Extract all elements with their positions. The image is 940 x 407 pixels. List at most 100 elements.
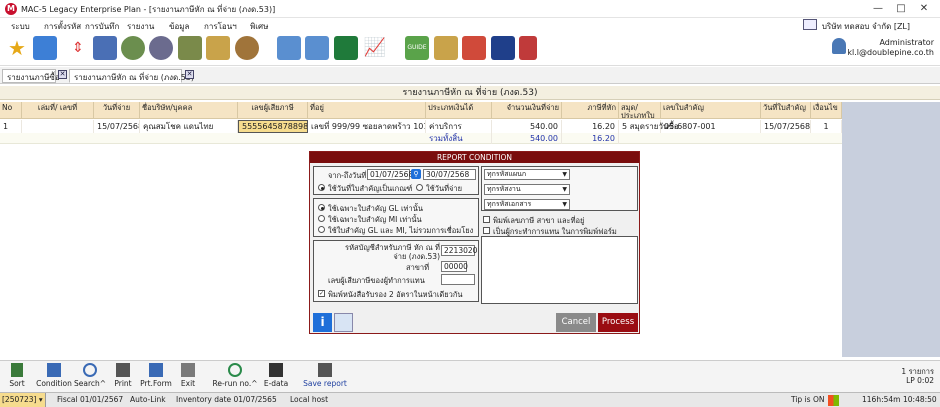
process-button[interactable]: Process — [598, 313, 638, 332]
column-header[interactable]: วันที่จ่าย — [94, 102, 140, 119]
language-flag-icon[interactable] — [491, 36, 515, 60]
cell-tax-id[interactable]: 5555645878898 — [238, 120, 308, 133]
host-name: Local host — [290, 395, 329, 404]
favorite-star-icon[interactable]: ★ — [5, 36, 29, 60]
search-button[interactable]: Search^ — [74, 363, 106, 388]
print-tax-address-checkbox[interactable] — [483, 216, 490, 223]
tab-withholding-tax[interactable]: รายงานภาษีหัก ณ ที่จ่าย (ภงด.53) — [69, 69, 194, 83]
cell-address: เลขที่ 999/99 ซอยลาดพร้าว 101 — [308, 120, 426, 133]
chart-icon[interactable]: 📈 — [363, 36, 387, 60]
print-cert-checkbox[interactable]: ✓ — [318, 290, 325, 297]
sort-arrows-icon[interactable]: ⇕ — [70, 36, 86, 60]
money-bag-icon[interactable] — [235, 36, 259, 60]
chevron-down-icon: ▼ — [562, 171, 567, 178]
add-customer-icon[interactable] — [121, 36, 145, 60]
excel-icon[interactable] — [334, 36, 358, 60]
info-button[interactable]: i — [313, 313, 332, 332]
agent-form-checkbox[interactable] — [483, 227, 490, 234]
radio-gl-only[interactable] — [318, 204, 325, 211]
exit-button[interactable]: Exit — [176, 363, 200, 388]
condition-button[interactable]: Condition — [36, 363, 72, 388]
status-code[interactable]: [250723] ▾ — [0, 393, 46, 407]
save-report-button[interactable]: Save report — [302, 363, 348, 388]
user-email: kl.l@doublepine.co.th — [847, 48, 934, 57]
title-bar: M MAC-5 Legacy Enterprise Plan - [รายงาน… — [0, 0, 940, 18]
menu-item-entry[interactable]: การบันทึก — [85, 20, 119, 33]
exit-door-icon[interactable] — [519, 36, 537, 60]
guide-icon[interactable]: GUIDE — [405, 36, 429, 60]
radio-pay-date-label: ใช้วันที่จ่าย — [426, 184, 463, 193]
table-total-row: รวมทั้งสิ้น 540.00 16.20 — [0, 133, 842, 144]
menu-item-report[interactable]: รายงาน — [127, 20, 154, 33]
bottom-toolbar: Sort Condition Search^ Print Prt.Form Ex… — [0, 360, 940, 392]
report-title: รายงานภาษีหัก ณ ที่จ่าย (ภงด.53) — [0, 86, 940, 100]
edit-document-icon[interactable] — [305, 36, 329, 60]
menu-item-transfer[interactable]: การโอนฯ — [204, 20, 237, 33]
cell-income-type: ค่าบริการ — [426, 120, 492, 133]
app-logo-icon: M — [5, 3, 17, 15]
department-select[interactable]: ทุกรหัสแผนก ▼ — [484, 169, 570, 180]
table-row[interactable]: 1 15/07/2568 คุณสมโชค แดนไทย 55556458788… — [0, 120, 842, 133]
column-header[interactable]: วันที่ใบสำคัญ — [761, 102, 811, 119]
column-header[interactable]: สมุด/ ประเภทใบสำคัญ — [619, 102, 661, 119]
tab-purchase-tax[interactable]: รายงานภาษีซื้อ — [2, 69, 60, 83]
menu-item-special[interactable]: พิเศษ — [250, 20, 268, 33]
sort-button[interactable]: Sort — [4, 363, 30, 388]
menu-item-setup[interactable]: การตั้งรหัส — [44, 20, 81, 33]
radio-mi-only[interactable] — [318, 215, 325, 222]
product-icon[interactable] — [178, 36, 202, 60]
maximize-icon[interactable]: □ — [893, 2, 909, 16]
search-document-icon[interactable] — [277, 36, 301, 60]
agent-tax-input[interactable] — [441, 274, 475, 285]
menu-bar: ระบบ การตั้งรหัส การบันทึก รายงาน ข้อมูล… — [0, 18, 940, 33]
add-supplier-icon[interactable] — [149, 36, 173, 60]
account-input[interactable]: 2213020 — [441, 245, 477, 256]
chevron-down-icon: ▾ — [38, 395, 43, 404]
folder-icon[interactable] — [803, 19, 817, 30]
date-to-input[interactable]: 30/07/2568 — [423, 169, 476, 180]
print-button[interactable]: Print — [110, 363, 136, 388]
preview-icon[interactable] — [334, 313, 353, 332]
sort-icon — [11, 363, 23, 377]
copy-icon[interactable] — [434, 36, 458, 60]
menu-item-data[interactable]: ข้อมูล — [169, 20, 189, 33]
document-icon[interactable] — [33, 36, 57, 60]
radio-gl-and-mi[interactable] — [318, 226, 325, 233]
date-from-input[interactable]: 01/07/2568 — [367, 169, 413, 180]
company-name: บริษัท ทดสอบ จำกัด [ZL] — [821, 22, 910, 31]
radio-doc-date[interactable] — [318, 184, 325, 191]
close-icon[interactable]: ✕ — [916, 2, 932, 16]
document-select[interactable]: ทุกรหัสเอกสาร ▼ — [484, 199, 570, 210]
print-form-button[interactable]: Prt.Form — [138, 363, 174, 388]
department-select-value: ทุกรหัสแผนก — [487, 170, 527, 178]
calculator-icon[interactable] — [93, 36, 117, 60]
column-header[interactable]: ภาษีที่หัก — [562, 102, 619, 119]
column-header[interactable]: เลขผู้เสียภาษี — [238, 102, 308, 119]
minimize-icon[interactable]: — — [870, 2, 886, 16]
edata-button[interactable]: E-data — [262, 363, 290, 388]
record-count: 1 รายการ — [901, 367, 934, 376]
column-header[interactable]: เล่มที่/ เลขที่ — [22, 102, 94, 119]
column-header[interactable]: เลขใบสำคัญ — [661, 102, 761, 119]
status-bar: [250723] ▾ Fiscal 01/01/2567 Auto-Link I… — [0, 392, 940, 407]
column-header[interactable]: เงื่อนไข — [811, 102, 842, 119]
rerun-button[interactable]: Re-run no.^ — [212, 363, 258, 388]
cell-no: 1 — [0, 120, 22, 133]
delete-file-icon[interactable] — [462, 36, 486, 60]
branch-input[interactable]: 00000 — [441, 261, 468, 272]
column-header[interactable]: ประเภทเงินได้ — [426, 102, 492, 119]
column-header[interactable]: No — [0, 102, 22, 119]
radio-pay-date[interactable] — [416, 184, 423, 191]
column-header[interactable]: ที่อยู่ — [308, 102, 426, 119]
job-select[interactable]: ทุกรหัสงาน ▼ — [484, 184, 570, 195]
inventory-icon[interactable] — [206, 36, 230, 60]
cancel-button[interactable]: Cancel — [556, 313, 596, 332]
notes-area[interactable] — [481, 236, 638, 304]
tab-close-icon[interactable]: ✕ — [58, 70, 67, 79]
cell-name: คุณสมโชค แดนไทย — [140, 120, 238, 133]
calendar-search-icon[interactable]: ⚲ — [411, 169, 421, 179]
column-header[interactable]: จำนวนเงินที่จ่าย — [492, 102, 562, 119]
column-header[interactable]: ชื่อบริษัท/บุคคล — [140, 102, 238, 119]
tab-close-icon[interactable]: ✕ — [185, 70, 194, 79]
menu-item-system[interactable]: ระบบ — [11, 20, 30, 33]
